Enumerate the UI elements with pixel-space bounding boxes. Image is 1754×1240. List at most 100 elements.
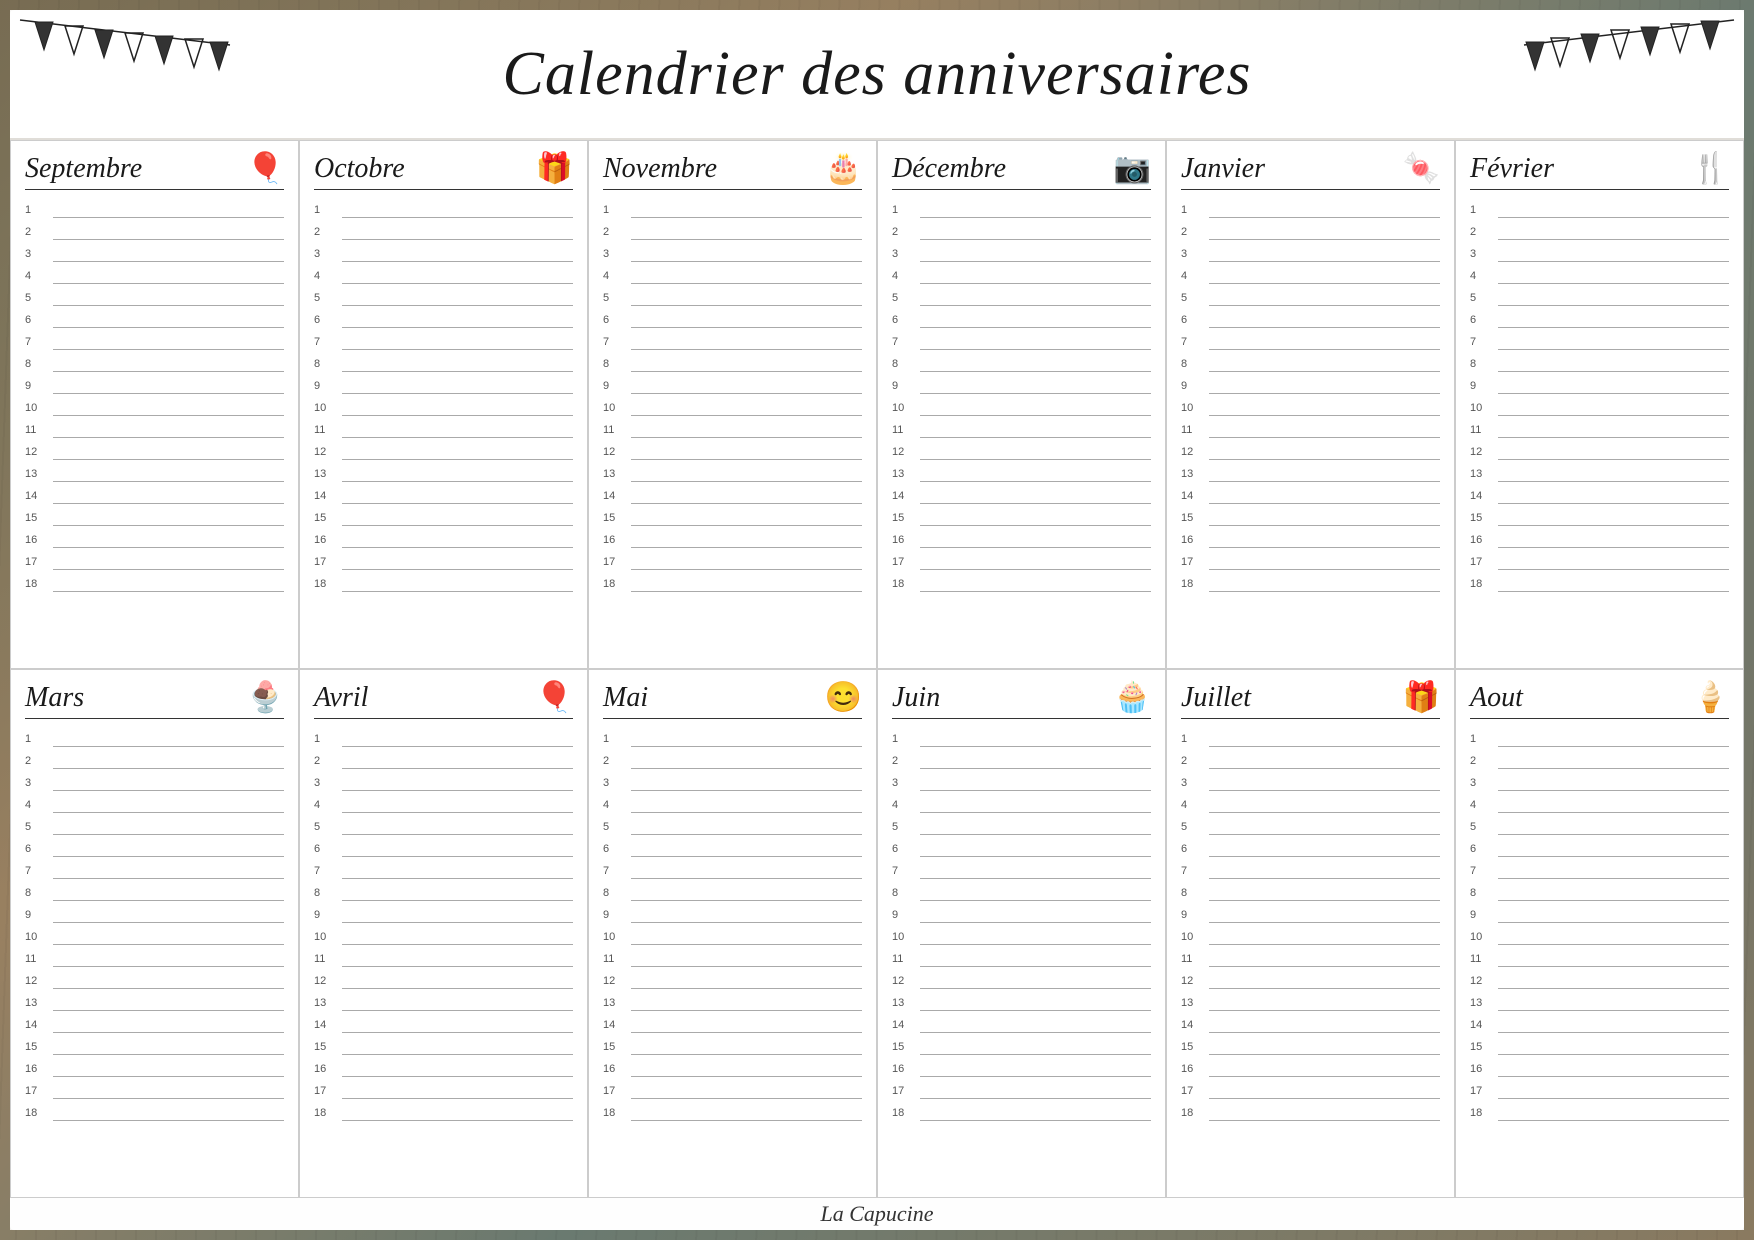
entry-line[interactable] [1498, 1033, 1729, 1055]
entry-line[interactable] [342, 196, 573, 218]
entry-line[interactable] [1498, 262, 1729, 284]
entry-line[interactable] [342, 438, 573, 460]
entry-line[interactable] [631, 857, 862, 879]
entry-line[interactable] [53, 967, 284, 989]
entry-line[interactable] [342, 1055, 573, 1077]
entry-line[interactable] [1209, 460, 1440, 482]
entry-line[interactable] [53, 218, 284, 240]
entry-line[interactable] [342, 725, 573, 747]
entry-line[interactable] [342, 857, 573, 879]
entry-line[interactable] [342, 482, 573, 504]
entry-line[interactable] [631, 482, 862, 504]
entry-line[interactable] [53, 835, 284, 857]
entry-line[interactable] [920, 945, 1151, 967]
entry-line[interactable] [920, 218, 1151, 240]
entry-line[interactable] [631, 394, 862, 416]
entry-line[interactable] [1498, 923, 1729, 945]
entry-line[interactable] [53, 989, 284, 1011]
entry-line[interactable] [631, 967, 862, 989]
entry-line[interactable] [342, 526, 573, 548]
entry-line[interactable] [920, 328, 1151, 350]
entry-line[interactable] [53, 813, 284, 835]
entry-line[interactable] [53, 504, 284, 526]
entry-line[interactable] [342, 1099, 573, 1121]
entry-line[interactable] [920, 1033, 1151, 1055]
entry-line[interactable] [53, 570, 284, 592]
entry-line[interactable] [1498, 526, 1729, 548]
entry-line[interactable] [342, 769, 573, 791]
entry-line[interactable] [53, 1011, 284, 1033]
entry-line[interactable] [1498, 328, 1729, 350]
entry-line[interactable] [342, 747, 573, 769]
entry-line[interactable] [53, 416, 284, 438]
entry-line[interactable] [342, 284, 573, 306]
entry-line[interactable] [1498, 306, 1729, 328]
entry-line[interactable] [342, 967, 573, 989]
entry-line[interactable] [342, 945, 573, 967]
entry-line[interactable] [631, 791, 862, 813]
entry-line[interactable] [1498, 504, 1729, 526]
entry-line[interactable] [53, 306, 284, 328]
entry-line[interactable] [342, 306, 573, 328]
entry-line[interactable] [1498, 548, 1729, 570]
entry-line[interactable] [53, 1033, 284, 1055]
entry-line[interactable] [1498, 945, 1729, 967]
entry-line[interactable] [342, 835, 573, 857]
entry-line[interactable] [920, 460, 1151, 482]
entry-line[interactable] [631, 548, 862, 570]
entry-line[interactable] [1209, 306, 1440, 328]
entry-line[interactable] [631, 438, 862, 460]
entry-line[interactable] [53, 791, 284, 813]
entry-line[interactable] [53, 857, 284, 879]
entry-line[interactable] [1498, 901, 1729, 923]
entry-line[interactable] [342, 570, 573, 592]
entry-line[interactable] [920, 967, 1151, 989]
entry-line[interactable] [920, 416, 1151, 438]
entry-line[interactable] [920, 901, 1151, 923]
entry-line[interactable] [53, 725, 284, 747]
entry-line[interactable] [920, 482, 1151, 504]
entry-line[interactable] [920, 306, 1151, 328]
entry-line[interactable] [920, 526, 1151, 548]
entry-line[interactable] [1209, 218, 1440, 240]
entry-line[interactable] [1209, 967, 1440, 989]
entry-line[interactable] [920, 570, 1151, 592]
entry-line[interactable] [1209, 240, 1440, 262]
entry-line[interactable] [1209, 482, 1440, 504]
entry-line[interactable] [1498, 372, 1729, 394]
entry-line[interactable] [1498, 1099, 1729, 1121]
entry-line[interactable] [1209, 769, 1440, 791]
entry-line[interactable] [920, 989, 1151, 1011]
entry-line[interactable] [1209, 857, 1440, 879]
entry-line[interactable] [631, 1033, 862, 1055]
entry-line[interactable] [631, 1011, 862, 1033]
entry-line[interactable] [342, 1033, 573, 1055]
entry-line[interactable] [920, 504, 1151, 526]
entry-line[interactable] [1498, 857, 1729, 879]
entry-line[interactable] [53, 1099, 284, 1121]
entry-line[interactable] [53, 240, 284, 262]
entry-line[interactable] [631, 945, 862, 967]
entry-line[interactable] [342, 240, 573, 262]
entry-line[interactable] [920, 196, 1151, 218]
entry-line[interactable] [920, 769, 1151, 791]
entry-line[interactable] [1498, 835, 1729, 857]
entry-line[interactable] [631, 1077, 862, 1099]
entry-line[interactable] [1498, 460, 1729, 482]
entry-line[interactable] [631, 328, 862, 350]
entry-line[interactable] [1209, 196, 1440, 218]
entry-line[interactable] [631, 725, 862, 747]
entry-line[interactable] [1498, 350, 1729, 372]
entry-line[interactable] [631, 218, 862, 240]
entry-line[interactable] [1498, 989, 1729, 1011]
entry-line[interactable] [342, 504, 573, 526]
entry-line[interactable] [920, 284, 1151, 306]
entry-line[interactable] [342, 791, 573, 813]
entry-line[interactable] [342, 989, 573, 1011]
entry-line[interactable] [1209, 394, 1440, 416]
entry-line[interactable] [1209, 1033, 1440, 1055]
entry-line[interactable] [53, 438, 284, 460]
entry-line[interactable] [631, 1099, 862, 1121]
entry-line[interactable] [1498, 1011, 1729, 1033]
entry-line[interactable] [1498, 791, 1729, 813]
